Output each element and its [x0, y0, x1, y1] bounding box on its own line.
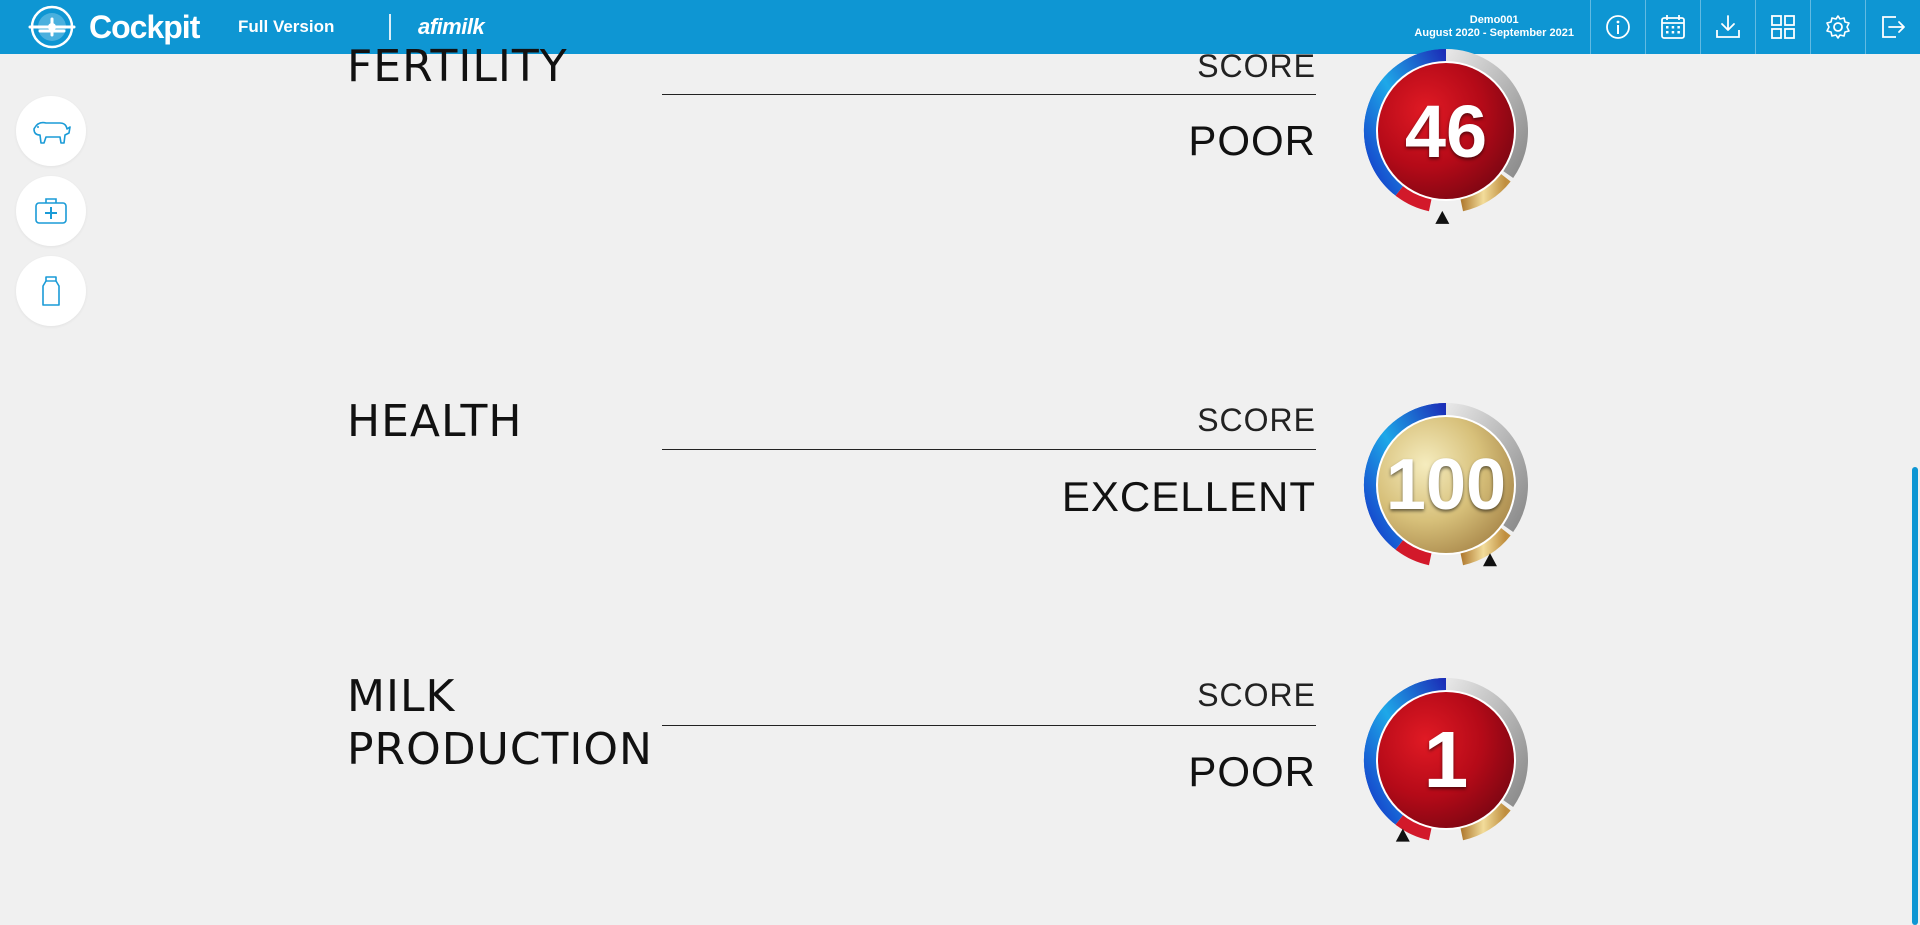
score-gauge: 100 [1356, 395, 1536, 575]
dashboard-button[interactable] [1755, 0, 1810, 54]
section-title-line2: PRODUCTION [347, 724, 653, 775]
score-label: SCORE [1197, 48, 1316, 84]
score-value: 1 [1423, 715, 1469, 804]
cow-icon [33, 121, 71, 144]
milk-bottle-icon [42, 276, 60, 306]
vertical-scrollbar[interactable] [1910, 467, 1920, 925]
health-section: HEALTH SCORE EXCELLENT 100 [347, 390, 1537, 590]
herd-nav-button[interactable] [16, 96, 86, 166]
section-divider [662, 449, 1316, 450]
download-icon [1716, 15, 1740, 38]
score-label: SCORE [1197, 677, 1316, 713]
score-label: SCORE [1197, 402, 1316, 438]
score-rating: POOR [1188, 117, 1316, 164]
logout-icon [1882, 16, 1905, 38]
score-rating: POOR [1188, 748, 1316, 795]
info-icon [1606, 15, 1630, 39]
score-gauge: 46 [1356, 41, 1536, 224]
settings-icon [1826, 15, 1850, 39]
milk-nav-button[interactable] [16, 256, 86, 326]
dashboard-grid-icon [1771, 15, 1795, 39]
farm-name: Demo001 [1469, 14, 1519, 26]
section-title: FERTILITY [347, 41, 568, 92]
calendar-button[interactable] [1645, 0, 1700, 54]
settings-button[interactable] [1810, 0, 1865, 54]
health-nav-button[interactable] [16, 176, 86, 246]
cockpit-logo-icon [26, 5, 78, 49]
section-divider [662, 725, 1316, 726]
logout-button[interactable] [1865, 0, 1920, 54]
milk-production-section: MILK PRODUCTION SCORE POOR 1 [347, 665, 1537, 865]
info-button[interactable] [1590, 0, 1645, 54]
download-button[interactable] [1700, 0, 1755, 54]
app-title: Cockpit [89, 9, 200, 45]
scrollbar-thumb[interactable] [1912, 467, 1918, 925]
score-value: 46 [1404, 89, 1488, 173]
toolbar-icons [1590, 0, 1920, 54]
fertility-section: FERTILITY SCORE POOR 46 [347, 36, 1537, 226]
section-divider [662, 94, 1316, 95]
score-rating: EXCELLENT [1061, 473, 1316, 520]
version-label: Full Version [238, 17, 335, 36]
section-title-line1: MILK [347, 671, 456, 722]
score-value: 100 [1385, 445, 1507, 525]
calendar-icon [1661, 15, 1685, 39]
score-gauge: 1 [1356, 670, 1536, 850]
medical-kit-icon [35, 198, 67, 224]
section-title: HEALTH [347, 396, 523, 447]
